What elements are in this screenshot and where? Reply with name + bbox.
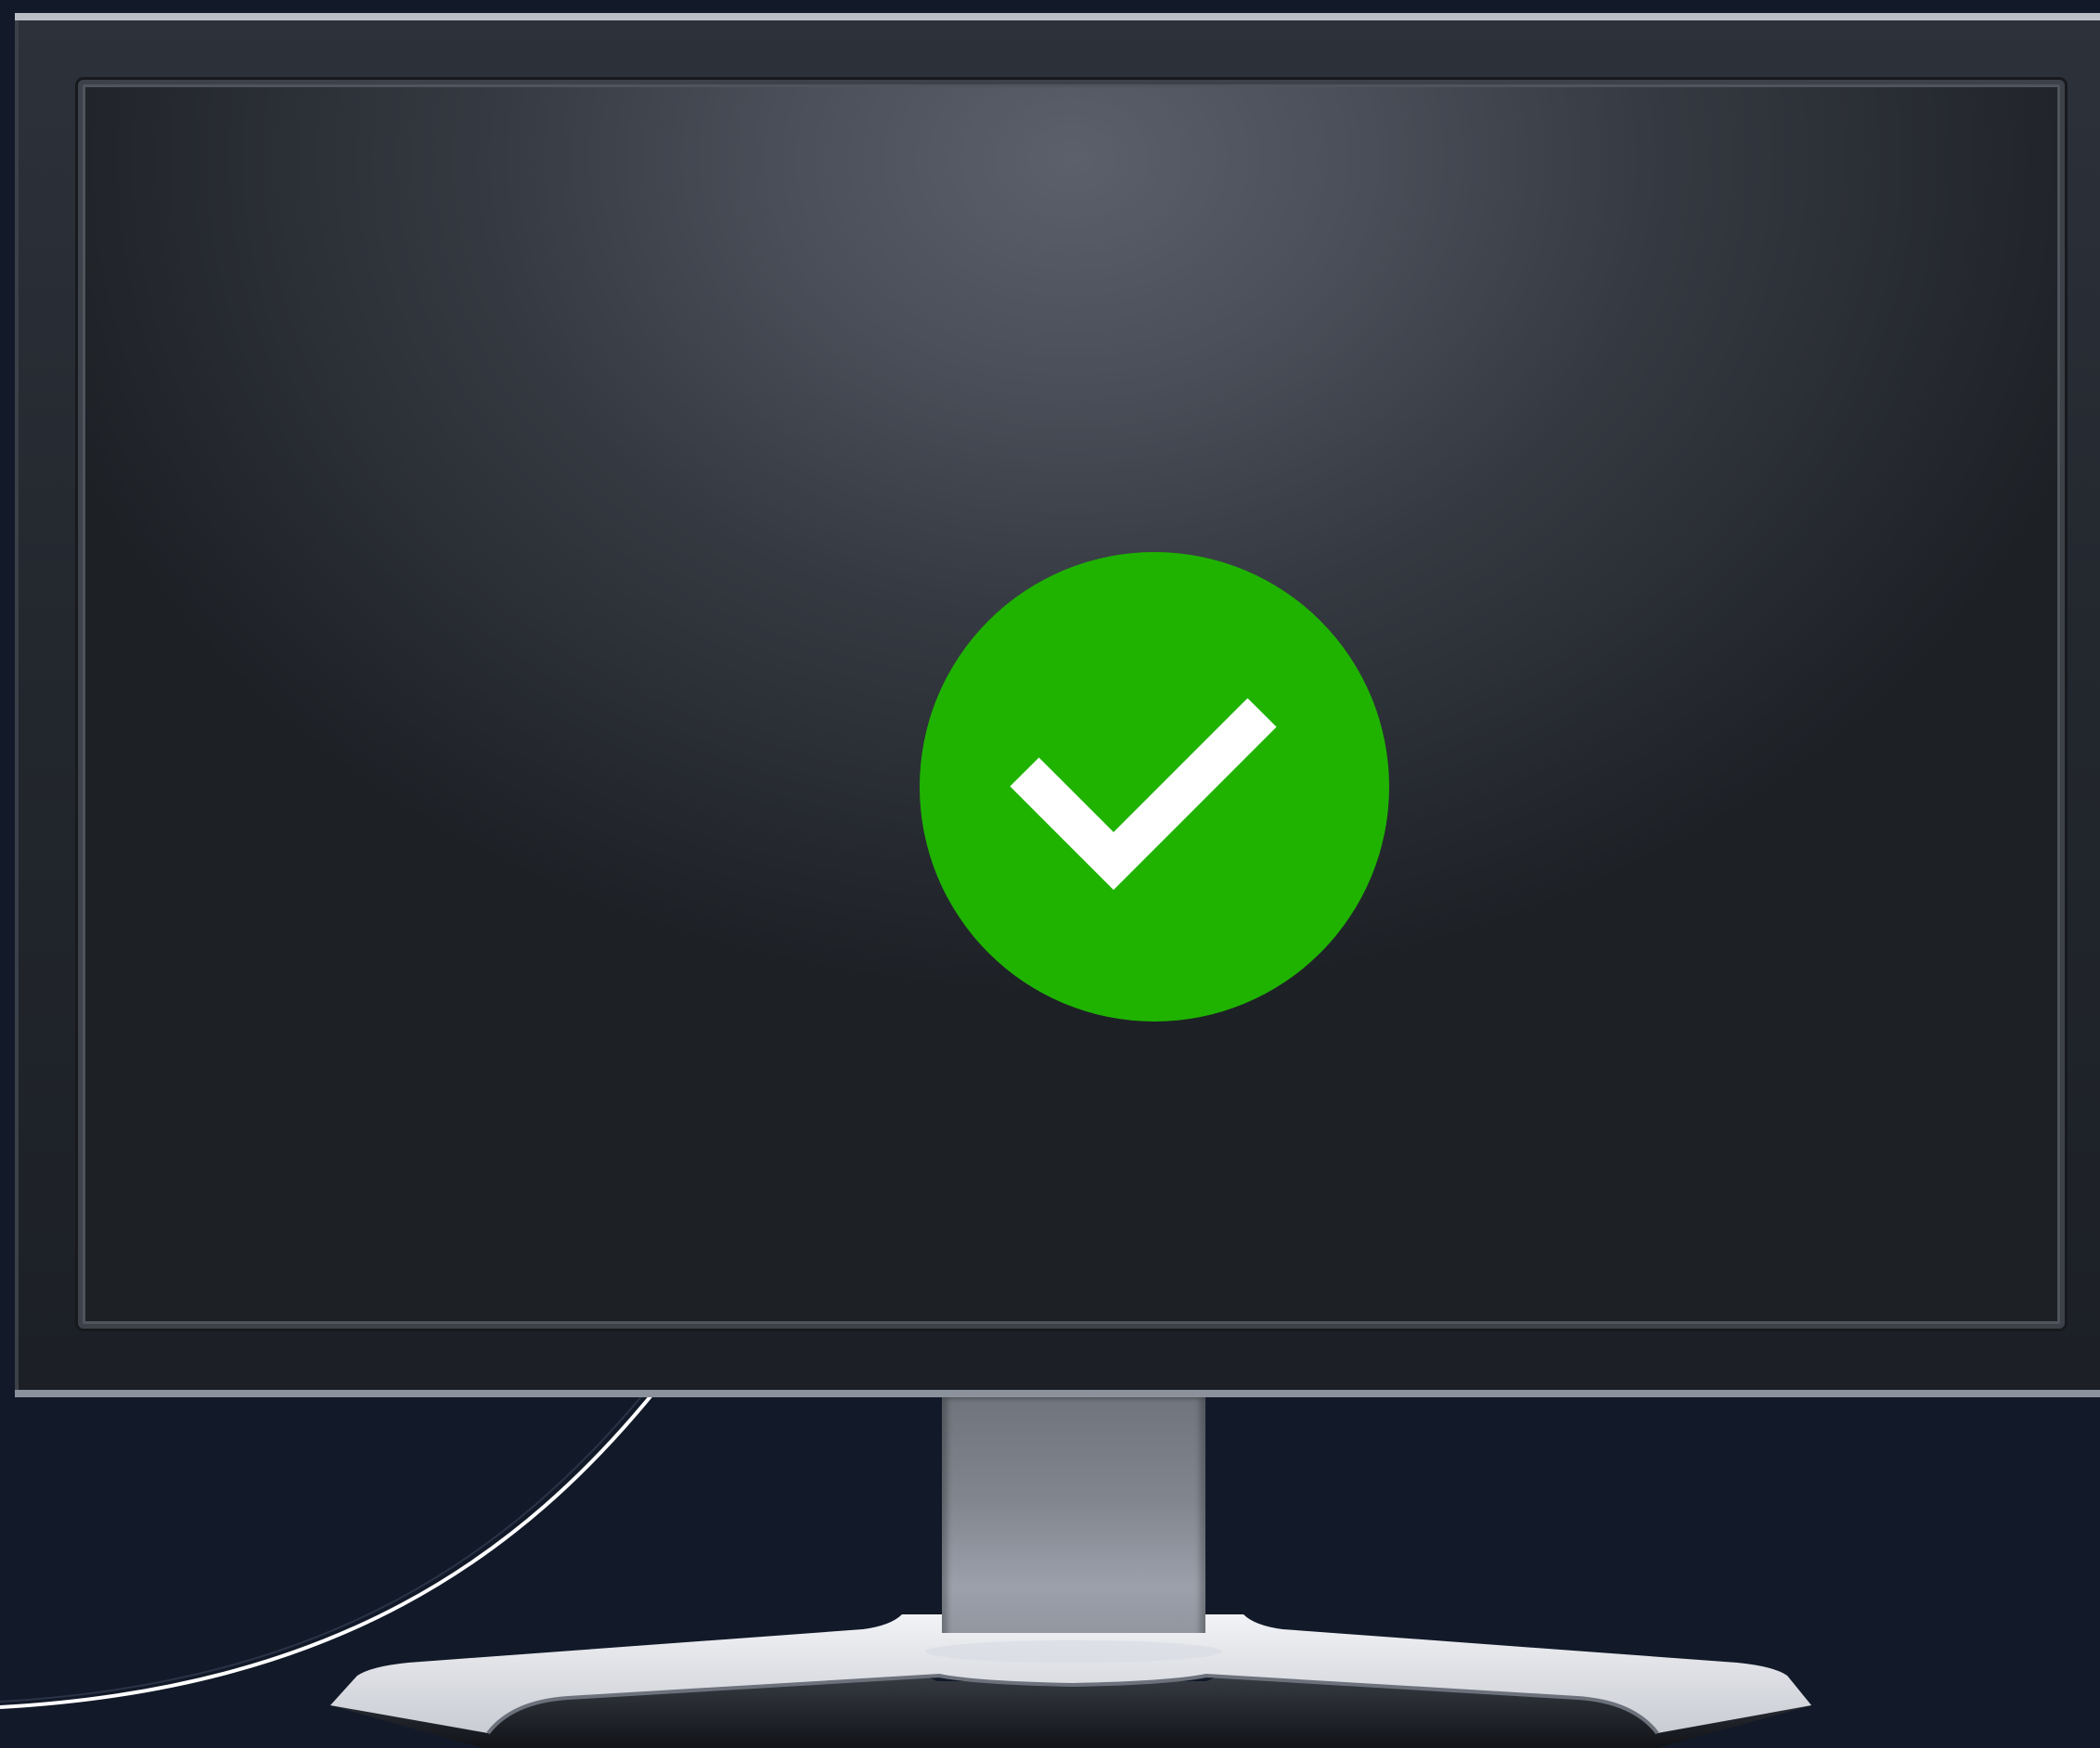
bezel-edge	[15, 20, 19, 1390]
monitor-screen	[78, 80, 2065, 1329]
success-badge	[920, 552, 1389, 1022]
check-icon	[1010, 698, 1277, 891]
monitor-illustration	[0, 0, 2100, 1748]
